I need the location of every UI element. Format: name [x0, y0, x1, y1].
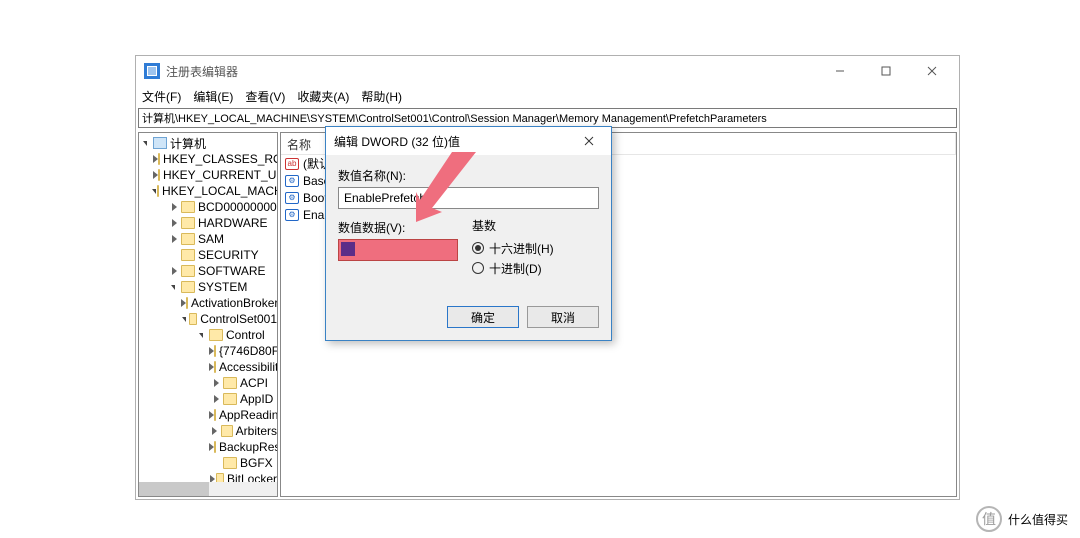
tree-item[interactable]: SAM [198, 232, 224, 246]
tree-item[interactable]: AppID [240, 392, 273, 406]
tree-item[interactable]: AppReadines [219, 408, 278, 422]
minimize-button[interactable] [817, 56, 863, 86]
menu-view[interactable]: 查看(V) [245, 88, 285, 105]
folder-icon [223, 393, 237, 405]
expander-icon[interactable] [167, 203, 181, 211]
tree-item[interactable]: BCD00000000 [198, 200, 277, 214]
expander-icon[interactable] [209, 379, 223, 387]
titlebar[interactable]: 注册表编辑器 [136, 56, 959, 86]
radio-hex[interactable]: 十六进制(H) [472, 238, 554, 258]
regedit-icon [144, 63, 160, 79]
expander-icon[interactable] [167, 219, 181, 227]
folder-icon [181, 281, 195, 293]
expander-icon[interactable] [139, 141, 153, 146]
folder-icon [181, 201, 195, 213]
radio-icon [472, 242, 484, 254]
window-title: 注册表编辑器 [166, 63, 817, 80]
tree-item[interactable]: HKEY_LOCAL_MACHINE [162, 184, 278, 198]
tree-item[interactable]: Arbiters [236, 424, 277, 438]
tree-item[interactable]: BGFX [240, 456, 273, 470]
value-name-label: 数值名称(N): [338, 167, 599, 184]
tree-item[interactable]: HKEY_CLASSES_ROOT [163, 152, 278, 166]
edit-dword-dialog: 编辑 DWORD (32 位)值 数值名称(N): 数值数据(V): 基数 十六… [325, 126, 612, 341]
value-data-input[interactable] [338, 239, 458, 261]
tree-item[interactable]: SOFTWARE [198, 264, 266, 278]
folder-icon [189, 313, 198, 325]
tree-item[interactable]: BackupResto [219, 440, 278, 454]
expander-icon[interactable] [209, 395, 223, 403]
folder-icon [223, 377, 237, 389]
tree-item[interactable]: ACPI [240, 376, 268, 390]
tree-root[interactable]: 计算机 [170, 135, 206, 152]
watermark-icon: 值 [976, 506, 1002, 532]
folder-icon [158, 169, 160, 181]
folder-icon [186, 297, 188, 309]
menu-help[interactable]: 帮助(H) [361, 88, 402, 105]
tree-item[interactable]: AccessibilityS [219, 360, 278, 374]
dword-icon: ⚙ [285, 175, 299, 187]
base-label: 基数 [472, 217, 554, 234]
folder-icon [214, 409, 216, 421]
dialog-titlebar[interactable]: 编辑 DWORD (32 位)值 [326, 127, 611, 155]
expander-icon[interactable] [195, 333, 209, 338]
tree-item[interactable]: SYSTEM [198, 280, 247, 294]
folder-icon [214, 345, 216, 357]
dialog-title: 编辑 DWORD (32 位)值 [334, 133, 571, 150]
folder-icon [158, 153, 160, 165]
folder-icon [181, 249, 195, 261]
tree-item[interactable]: Control [226, 328, 265, 342]
folder-icon [181, 217, 195, 229]
tree-item[interactable]: SECURITY [198, 248, 259, 262]
dword-icon: ⚙ [285, 209, 299, 221]
maximize-button[interactable] [863, 56, 909, 86]
address-bar[interactable]: 计算机\HKEY_LOCAL_MACHINE\SYSTEM\ControlSet… [138, 108, 957, 128]
tree-item[interactable]: ControlSet001 [200, 312, 277, 326]
expander-icon[interactable] [209, 427, 221, 435]
menu-edit[interactable]: 编辑(E) [193, 88, 233, 105]
menu-file[interactable]: 文件(F) [142, 88, 181, 105]
folder-icon [209, 329, 223, 341]
value-name-input[interactable] [338, 187, 599, 209]
radio-icon [472, 262, 484, 274]
watermark: 值 什么值得买 [976, 506, 1068, 532]
value-data-label: 数值数据(V): [338, 219, 458, 236]
string-icon: ab [285, 158, 299, 170]
close-button[interactable] [909, 56, 955, 86]
folder-icon [223, 457, 237, 469]
base-group: 基数 十六进制(H) 十进制(D) [472, 217, 554, 278]
folder-icon [181, 265, 195, 277]
menu-favorites[interactable]: 收藏夹(A) [297, 88, 349, 105]
computer-icon [153, 137, 167, 149]
scrollbar-thumb[interactable] [139, 482, 209, 496]
radio-dec[interactable]: 十进制(D) [472, 258, 554, 278]
tree-item[interactable]: {7746D80F-97 [219, 344, 278, 358]
dialog-close-button[interactable] [571, 129, 607, 153]
tree-scrollbar[interactable] [139, 482, 277, 496]
expander-icon[interactable] [167, 267, 181, 275]
folder-icon [157, 185, 159, 197]
tree-pane[interactable]: 计算机 HKEY_CLASSES_ROOT HKEY_CURRENT_USER … [138, 132, 278, 497]
folder-icon [221, 425, 233, 437]
dword-icon: ⚙ [285, 192, 299, 204]
expander-icon[interactable] [167, 235, 181, 243]
tree-item[interactable]: HARDWARE [198, 216, 268, 230]
tree-item[interactable]: HKEY_CURRENT_USER [163, 168, 278, 182]
menubar: 文件(F) 编辑(E) 查看(V) 收藏夹(A) 帮助(H) [136, 86, 959, 106]
folder-icon [214, 361, 216, 373]
ok-button[interactable]: 确定 [447, 306, 519, 328]
expander-icon[interactable] [167, 285, 181, 290]
tree-item[interactable]: ActivationBroker [191, 296, 278, 310]
cancel-button[interactable]: 取消 [527, 306, 599, 328]
folder-icon [181, 233, 195, 245]
folder-icon [214, 441, 216, 453]
expander-icon[interactable] [181, 317, 189, 322]
